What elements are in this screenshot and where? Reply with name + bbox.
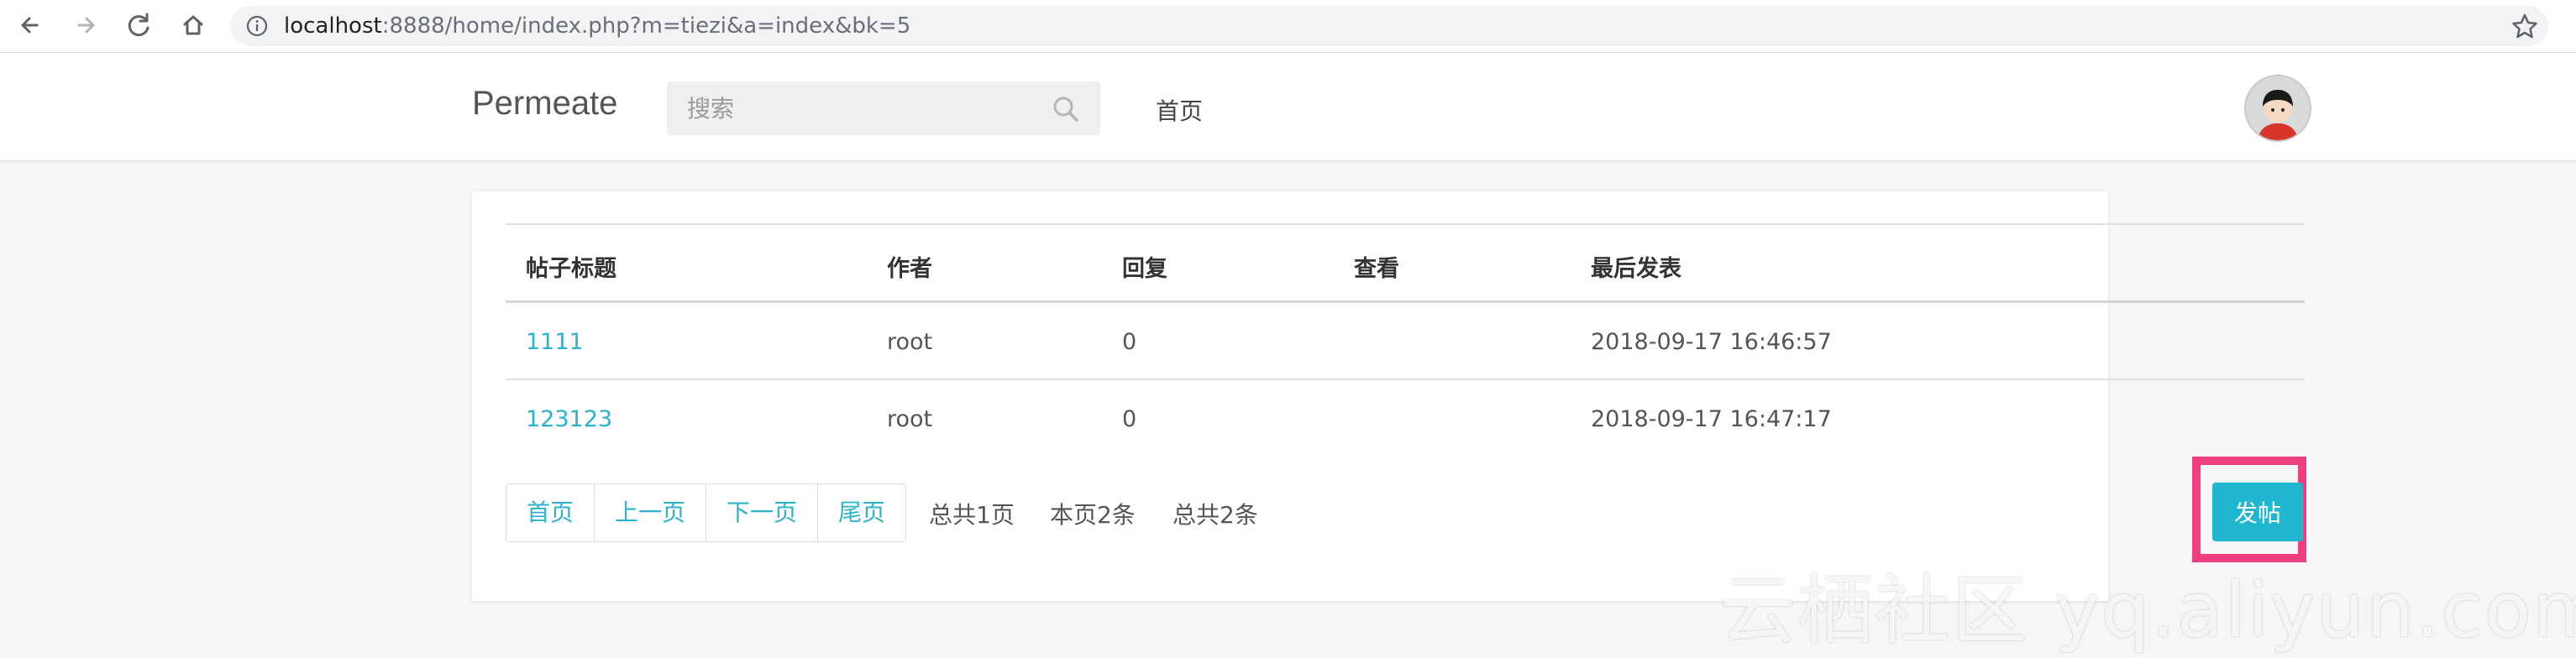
pager-total-pages: 总共1页 (929, 501, 1015, 529)
thread-replies: 0 (1122, 329, 1137, 355)
pager-prev-button[interactable]: 上一页 (594, 484, 706, 541)
col-header-last-post: 最后发表 (1591, 256, 1681, 282)
col-header-author: 作者 (887, 256, 932, 282)
url-host: localhost (284, 13, 382, 39)
reload-icon[interactable] (121, 7, 158, 44)
watermark: 云栖社区 yq.aliyun.com (1720, 567, 2576, 655)
thread-author: root (887, 329, 933, 355)
search-icon[interactable] (1052, 95, 1080, 123)
info-icon[interactable] (245, 14, 269, 38)
new-post-button[interactable]: 发帖 (2212, 483, 2303, 541)
avatar[interactable] (2244, 75, 2311, 142)
pager-first-button[interactable]: 首页 (506, 484, 595, 541)
pagination: 首页 上一页 下一页 尾页 (506, 483, 907, 542)
thread-author: root (887, 406, 933, 432)
table-top-border (506, 223, 2305, 225)
search-input[interactable] (667, 81, 1036, 135)
thread-last-post: 2018-09-17 16:46:57 (1591, 329, 1832, 355)
url-path: :8888/home/index.php?m=tiezi&a=index&bk=… (381, 13, 911, 39)
table-header-divider (506, 300, 2305, 303)
pager-last-button[interactable]: 尾页 (817, 484, 906, 541)
brand-logo-text[interactable]: Permeate (472, 85, 617, 123)
pager-total-items: 总共2条 (1173, 501, 1258, 529)
thread-title-link[interactable]: 1111 (526, 329, 584, 355)
pager-next-button[interactable]: 下一页 (706, 484, 818, 541)
site-header: Permeate 首页 (0, 53, 2576, 161)
thread-title-link[interactable]: 123123 (526, 406, 612, 432)
nav-home-link[interactable]: 首页 (1156, 93, 1203, 127)
avatar-face-icon (2246, 76, 2310, 140)
url-text[interactable]: localhost:8888/home/index.php?m=tiezi&a=… (284, 6, 910, 46)
thread-last-post: 2018-09-17 16:47:17 (1591, 406, 1832, 432)
thread-list-card: 帖子标题 作者 回复 查看 最后发表 1111 root 0 2018-09-1… (472, 191, 2305, 601)
forward-icon[interactable] (67, 7, 104, 44)
search-box (667, 81, 1100, 135)
back-icon[interactable] (12, 7, 49, 44)
bookmark-star-icon[interactable] (2506, 8, 2543, 44)
pager-page-count: 本页2条 (1050, 501, 1136, 529)
table-row-divider (506, 379, 2305, 380)
col-header-views: 查看 (1354, 256, 1399, 282)
col-header-title: 帖子标题 (526, 256, 616, 282)
home-icon[interactable] (175, 7, 212, 44)
col-header-replies: 回复 (1122, 256, 1167, 282)
thread-replies: 0 (1122, 406, 1137, 432)
browser-toolbar: localhost:8888/home/index.php?m=tiezi&a=… (0, 0, 2576, 53)
address-bar[interactable]: localhost:8888/home/index.php?m=tiezi&a=… (230, 6, 2548, 46)
